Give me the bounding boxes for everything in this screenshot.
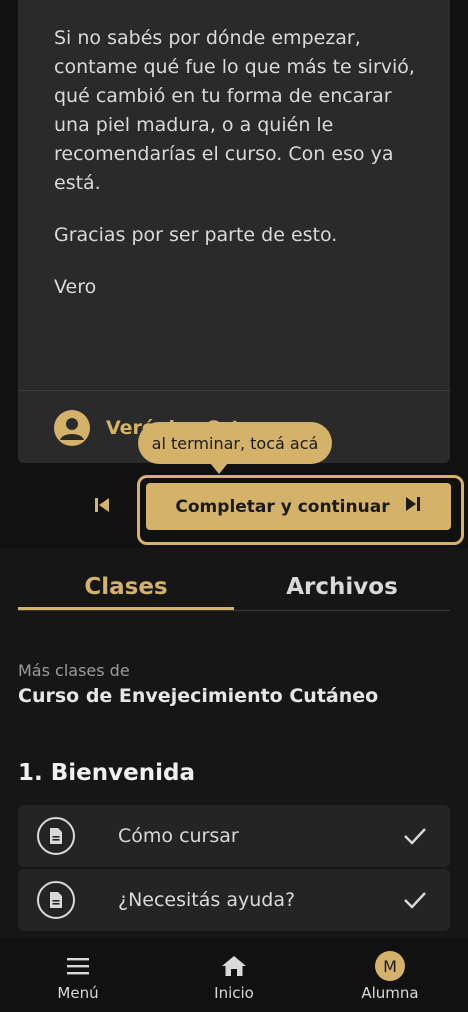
tab-clases[interactable]: Clases: [18, 566, 234, 610]
more-classes-label: Más clases de: [18, 661, 130, 680]
home-icon: [219, 952, 249, 980]
section-title: 1. Bienvenida: [18, 760, 195, 786]
message-paragraph: Gracias por ser parte de esto.: [54, 224, 338, 246]
checkmark-icon: [402, 823, 428, 849]
complete-button-label: Completar y continuar: [175, 496, 390, 517]
lesson-item[interactable]: ¿Necesitás ayuda?: [18, 869, 450, 931]
message-body: Si no sabés por dónde empezar, contame q…: [54, 24, 424, 325]
course-title[interactable]: Curso de Envejecimiento Cutáneo: [18, 685, 378, 707]
lesson-content-area: Si no sabés por dónde empezar, contame q…: [0, 0, 468, 548]
nav-item-menu[interactable]: Menú: [0, 938, 156, 1012]
hamburger-menu-icon: [63, 952, 93, 980]
lesson-title: ¿Necesitás ayuda?: [118, 889, 296, 911]
bottom-navigation: Menú Inicio M Alumna: [0, 938, 468, 1012]
skip-next-icon: [404, 496, 422, 517]
skip-previous-icon: [93, 497, 111, 517]
content-tabs: Clases Archivos: [18, 566, 450, 611]
hint-tooltip: al terminar, tocá acá: [138, 422, 332, 474]
tab-archivos[interactable]: Archivos: [234, 566, 450, 610]
document-icon: [37, 881, 75, 919]
checkmark-icon: [402, 887, 428, 913]
nav-label-home: Inicio: [214, 984, 254, 1002]
message-paragraph: Si no sabés por dónde empezar, contame q…: [54, 27, 415, 194]
card-divider: [18, 390, 450, 391]
avatar-initial: M: [375, 951, 405, 981]
tooltip-text: al terminar, tocá acá: [151, 433, 319, 453]
user-avatar-icon: [54, 410, 90, 446]
avatar: M: [375, 951, 405, 981]
previous-lesson-button[interactable]: [84, 492, 120, 522]
complete-and-continue-button[interactable]: Completar y continuar: [146, 483, 451, 530]
nav-item-home[interactable]: Inicio: [156, 938, 312, 1012]
nav-label-menu: Menú: [57, 984, 99, 1002]
message-signature: Vero: [54, 276, 97, 298]
lesson-title: Cómo cursar: [118, 825, 239, 847]
lesson-item[interactable]: Cómo cursar: [18, 805, 450, 867]
message-card: Si no sabés por dónde empezar, contame q…: [18, 0, 450, 463]
nav-label-account: Alumna: [361, 984, 419, 1002]
nav-item-account[interactable]: M Alumna: [312, 938, 468, 1012]
document-icon: [37, 817, 75, 855]
